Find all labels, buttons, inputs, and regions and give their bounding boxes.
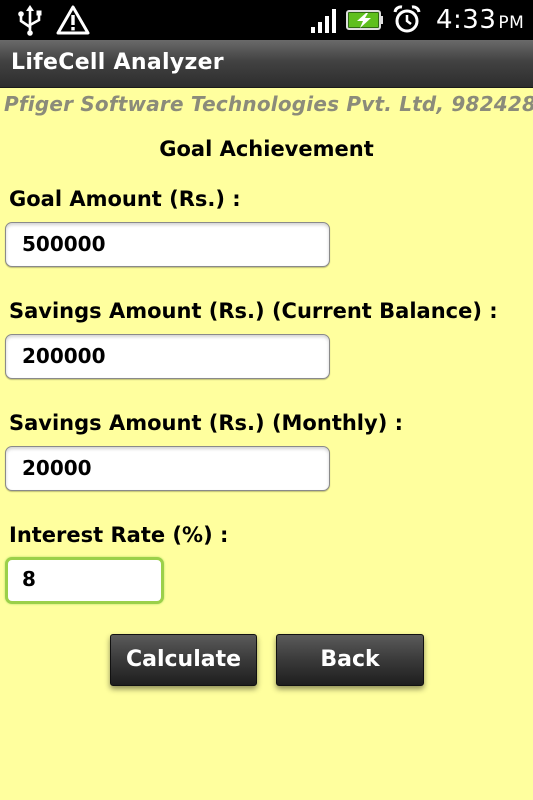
calculate-button[interactable]: Calculate bbox=[110, 634, 257, 686]
app-title-bar: LifeCell Analyzer bbox=[0, 40, 533, 88]
page-heading: Goal Achievement bbox=[159, 137, 374, 161]
status-bar: 4:33 PM bbox=[0, 0, 533, 40]
savings-monthly-input[interactable]: 20000 bbox=[5, 446, 330, 491]
app-title: LifeCell Analyzer bbox=[11, 50, 224, 75]
interest-rate-label: Interest Rate (%) : bbox=[9, 523, 229, 547]
savings-current-input[interactable]: 200000 bbox=[5, 334, 330, 379]
goal-amount-input[interactable]: 500000 bbox=[5, 222, 330, 267]
clock-ampm: PM bbox=[498, 13, 525, 33]
back-button[interactable]: Back bbox=[276, 634, 424, 686]
savings-monthly-label: Savings Amount (Rs.) (Monthly) : bbox=[9, 411, 403, 435]
interest-rate-input[interactable]: 8 bbox=[5, 557, 164, 604]
savings-current-label: Savings Amount (Rs.) (Current Balance) : bbox=[9, 299, 498, 323]
signal-icon bbox=[311, 9, 336, 33]
status-clock: 4:33 PM bbox=[436, 4, 524, 36]
company-banner: Pfiger Software Technologies Pvt. Ltd, 9… bbox=[4, 92, 533, 116]
battery-charging-icon bbox=[346, 10, 383, 30]
warning-icon bbox=[56, 5, 90, 35]
alarm-clock-icon bbox=[393, 5, 421, 33]
clock-time: 4:33 bbox=[436, 5, 497, 35]
usb-icon bbox=[18, 5, 42, 36]
goal-amount-label: Goal Amount (Rs.) : bbox=[9, 187, 241, 211]
